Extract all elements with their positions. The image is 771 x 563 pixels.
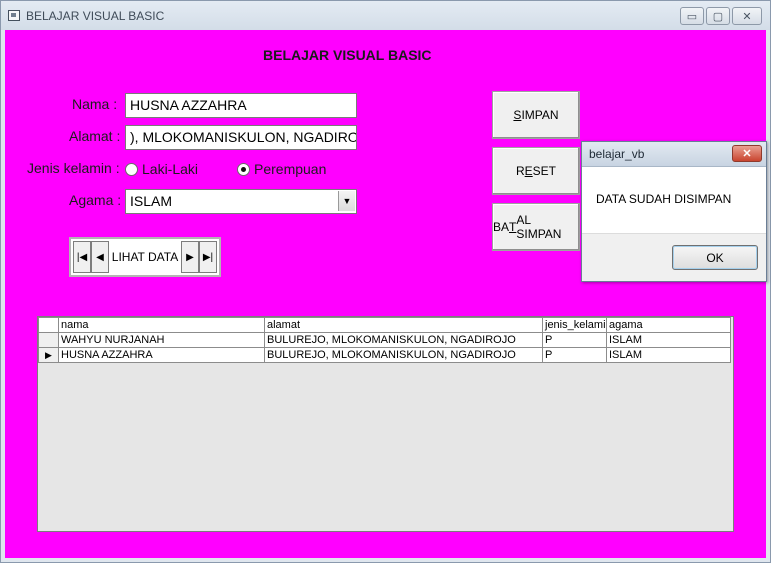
cell-agama[interactable]: ISLAM	[606, 332, 731, 348]
radio-perempuan[interactable]: Perempuan	[237, 161, 326, 177]
main-window: BELAJAR VISUAL BASIC ▭ ▢ ✕ BELAJAR VISUA…	[0, 0, 771, 563]
simpan-button[interactable]: S IMPAN	[492, 91, 580, 139]
form-area: BELAJAR VISUAL BASIC Nama : HUSNA AZZAHR…	[5, 30, 766, 558]
cell-jenis-kelamin[interactable]: P	[542, 347, 607, 363]
row-selector-current[interactable]: ▶	[38, 347, 59, 363]
last-record-button[interactable]: ▶|	[199, 241, 217, 273]
dialog-footer: OK	[582, 233, 766, 281]
radio-laki-laki-label: Laki-Laki	[142, 161, 199, 177]
minimize-button[interactable]: ▭	[680, 7, 704, 25]
batal-simpan-button[interactable]: BA T AL SIMPAN	[492, 203, 580, 251]
column-header-alamat[interactable]: alamat	[264, 317, 543, 333]
grid-table: nama alamat jenis_kelamin agama WAHYU NU…	[38, 317, 731, 363]
table-row[interactable]: WAHYU NURJANAH BULUREJO, MLOKOMANISKULON…	[38, 332, 731, 348]
radio-laki-laki[interactable]: Laki-Laki	[125, 161, 198, 177]
nama-input[interactable]: HUSNA AZZAHRA	[125, 93, 357, 118]
jenis-kelamin-label: Jenis kelamin :	[27, 160, 120, 176]
cell-agama[interactable]: ISLAM	[606, 347, 731, 363]
cell-alamat[interactable]: BULUREJO, MLOKOMANISKULON, NGADIROJO	[264, 332, 543, 348]
grid-corner[interactable]	[38, 317, 59, 333]
batal-accel: T	[509, 220, 517, 234]
message-dialog: belajar_vb ✕ DATA SUDAH DISIMPAN OK	[581, 141, 767, 282]
column-header-agama[interactable]: agama	[606, 317, 731, 333]
alamat-input[interactable]: ), MLOKOMANISKULON, NGADIROJO	[125, 125, 357, 150]
row-selector[interactable]	[38, 332, 59, 348]
data-navigator: |◀ ◀ LIHAT DATA ▶ ▶|	[69, 237, 221, 277]
grid-header-row: nama alamat jenis_kelamin agama	[38, 317, 731, 333]
simpan-text: IMPAN	[521, 108, 559, 122]
alamat-label: Alamat :	[69, 128, 121, 144]
column-header-jenis-kelamin[interactable]: jenis_kelamin	[542, 317, 607, 333]
simpan-accel: S	[513, 108, 522, 122]
window-title: BELAJAR VISUAL BASIC	[26, 9, 165, 23]
reset-text-pre: R	[515, 164, 525, 178]
cell-alamat[interactable]: BULUREJO, MLOKOMANISKULON, NGADIROJO	[264, 347, 543, 363]
data-grid[interactable]: nama alamat jenis_kelamin agama WAHYU NU…	[37, 316, 734, 532]
radio-perempuan-dot[interactable]	[237, 162, 250, 176]
batal-text-pre: BA	[493, 220, 510, 234]
agama-label: Agama :	[69, 192, 122, 208]
cell-nama[interactable]: HUSNA AZZAHRA	[58, 347, 265, 363]
reset-button[interactable]: R E SET	[492, 147, 580, 195]
dialog-title: belajar_vb	[589, 147, 645, 161]
next-record-button[interactable]: ▶	[181, 241, 199, 273]
page-title: BELAJAR VISUAL BASIC	[263, 47, 432, 63]
column-header-nama[interactable]: nama	[58, 317, 265, 333]
agama-combo-value: ISLAM	[130, 193, 173, 209]
title-bar[interactable]: BELAJAR VISUAL BASIC ▭ ▢ ✕	[1, 1, 770, 30]
cell-nama[interactable]: WAHYU NURJANAH	[58, 332, 265, 348]
navigator-caption: LIHAT DATA	[111, 250, 179, 264]
cell-jenis-kelamin[interactable]: P	[542, 332, 607, 348]
radio-perempuan-label: Perempuan	[254, 161, 327, 177]
maximize-button[interactable]: ▢	[706, 7, 730, 25]
app-icon[interactable]	[8, 10, 20, 21]
dialog-title-bar[interactable]: belajar_vb ✕	[582, 142, 766, 167]
nama-label: Nama :	[72, 96, 118, 112]
dialog-message: DATA SUDAH DISIMPAN	[596, 192, 732, 206]
reset-accel: E	[524, 164, 533, 178]
table-row[interactable]: ▶ HUSNA AZZAHRA BULUREJO, MLOKOMANISKULO…	[38, 347, 731, 363]
agama-combo[interactable]: ISLAM ▼	[125, 189, 357, 214]
reset-text: SET	[532, 164, 557, 178]
first-record-button[interactable]: |◀	[73, 241, 91, 273]
batal-text: AL SIMPAN	[516, 213, 562, 241]
radio-laki-laki-dot[interactable]	[125, 162, 138, 176]
dialog-close-button[interactable]: ✕	[732, 145, 762, 162]
window-controls: ▭ ▢ ✕	[680, 7, 762, 25]
close-button[interactable]: ✕	[732, 7, 762, 25]
ok-button[interactable]: OK	[672, 245, 758, 270]
chevron-down-icon[interactable]: ▼	[338, 191, 355, 211]
prev-record-button[interactable]: ◀	[91, 241, 109, 273]
